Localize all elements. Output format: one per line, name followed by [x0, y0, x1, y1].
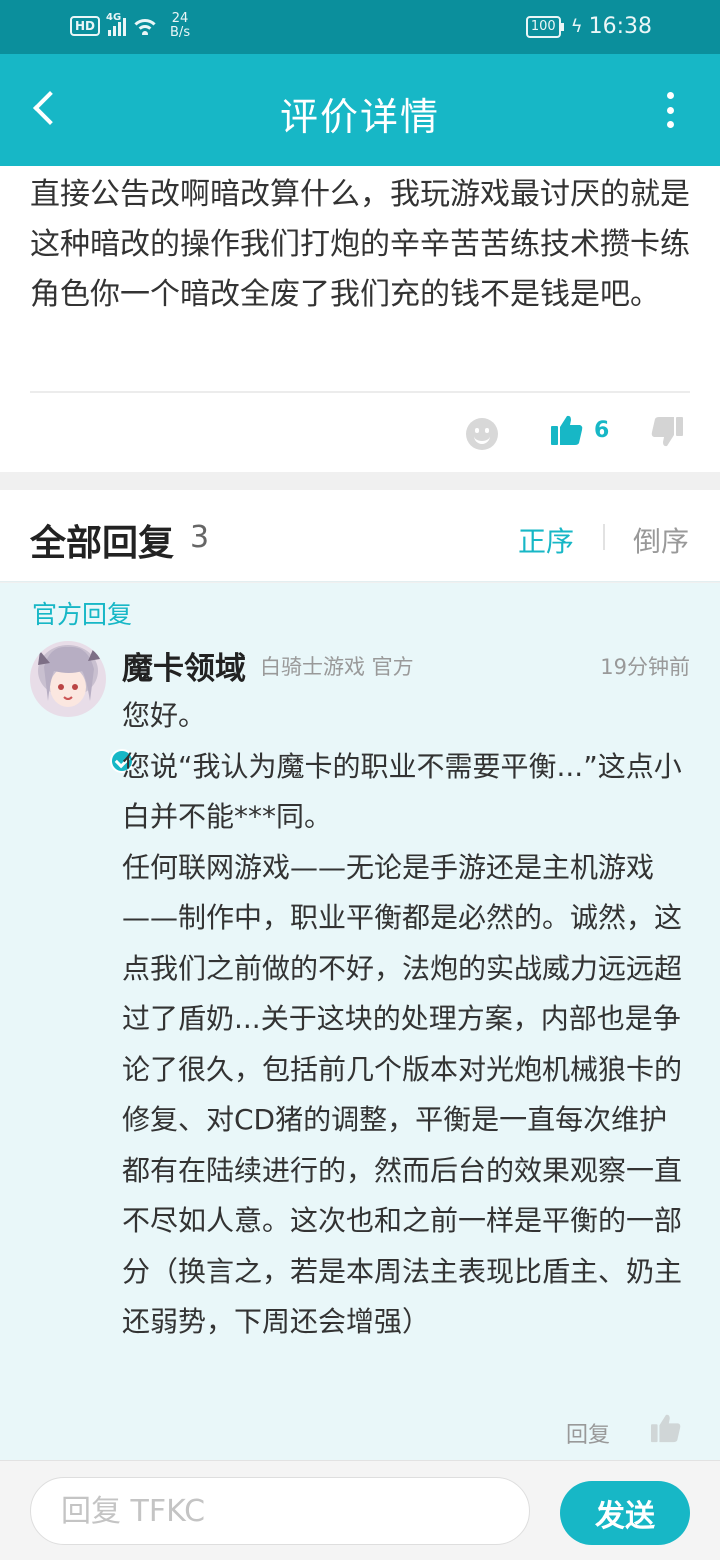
review-text: 直接公告改啊暗改算什么，我玩游戏最讨厌的就是这种暗改的操作我们打炮的辛辛苦苦练技… — [30, 177, 690, 312]
app-bar: 评价详情 — [0, 54, 720, 166]
reply-input-bar: 发送 — [0, 1460, 720, 1560]
avatar[interactable] — [30, 641, 134, 773]
replies-label: 全部回复 — [30, 523, 175, 564]
clock: 16:38 — [588, 14, 652, 39]
page-title: 评价详情 — [279, 95, 440, 139]
replies-header: 全部回复 3 正序 倒序 — [0, 490, 720, 582]
reply-like-button[interactable] — [650, 1413, 682, 1447]
charging-icon: ϟ — [570, 16, 583, 37]
network-type: 4G — [106, 12, 122, 23]
sort-desc-tab[interactable]: 倒序 — [633, 520, 689, 560]
hd-icon: HD — [70, 16, 101, 36]
like-button[interactable]: 6 — [550, 414, 609, 446]
reply-button[interactable]: 回复 — [566, 1417, 610, 1449]
emoji-icon[interactable] — [466, 418, 498, 450]
sort-asc-tab[interactable]: 正序 — [518, 520, 574, 560]
reply-body: 您好。 您说“我认为魔卡的职业不需要平衡...”这点小白并不能***同。 任何联… — [122, 691, 694, 1348]
reply-author[interactable]: 魔卡领域 — [122, 643, 246, 688]
reply-author-meta: 白骑士游戏 官方 — [260, 655, 414, 679]
wifi-icon — [134, 17, 157, 35]
like-count: 6 — [594, 417, 610, 443]
reply-paragraph: 任何联网游戏——无论是手游还是主机游戏——制作中，职业平衡都是必然的。诚然，这点… — [122, 850, 683, 1339]
thumbs-down-icon — [651, 417, 683, 447]
official-reply: 官方回复 魔卡领域 白骑士游戏 官方 19分钟前 您好。 您说“我认为魔卡的职业… — [0, 583, 720, 1460]
replies-count: 3 — [190, 520, 210, 555]
battery-icon: 100 — [525, 15, 564, 38]
dislike-button[interactable] — [650, 416, 684, 452]
send-button[interactable]: 发送 — [560, 1481, 690, 1545]
sort-separator — [603, 524, 605, 550]
network-speed: 24 B/s — [170, 12, 190, 40]
review-card: 直接公告改啊暗改算什么，我玩游戏最讨厌的就是这种暗改的操作我们打炮的辛辛苦苦练技… — [0, 166, 720, 472]
status-bar: HD 4G 24 B/s 100 ϟ 16:38 — [0, 0, 720, 54]
speed-unit: B/s — [170, 25, 191, 40]
official-reply-tag: 官方回复 — [32, 600, 133, 629]
reply-paragraph: 您说“我认为魔卡的职业不需要平衡...”这点小白并不能***同。 — [122, 749, 682, 834]
thumbs-up-icon — [651, 1414, 681, 1443]
reply-time: 19分钟前 — [600, 655, 690, 679]
reply-paragraph: 您好。 — [122, 699, 207, 732]
reply-input[interactable] — [30, 1477, 530, 1545]
more-vertical-icon[interactable] — [660, 92, 680, 128]
divider — [30, 391, 690, 393]
speed-value: 24 — [171, 11, 189, 26]
signal-icon: 4G — [106, 12, 127, 36]
thumbs-up-icon — [551, 415, 583, 445]
